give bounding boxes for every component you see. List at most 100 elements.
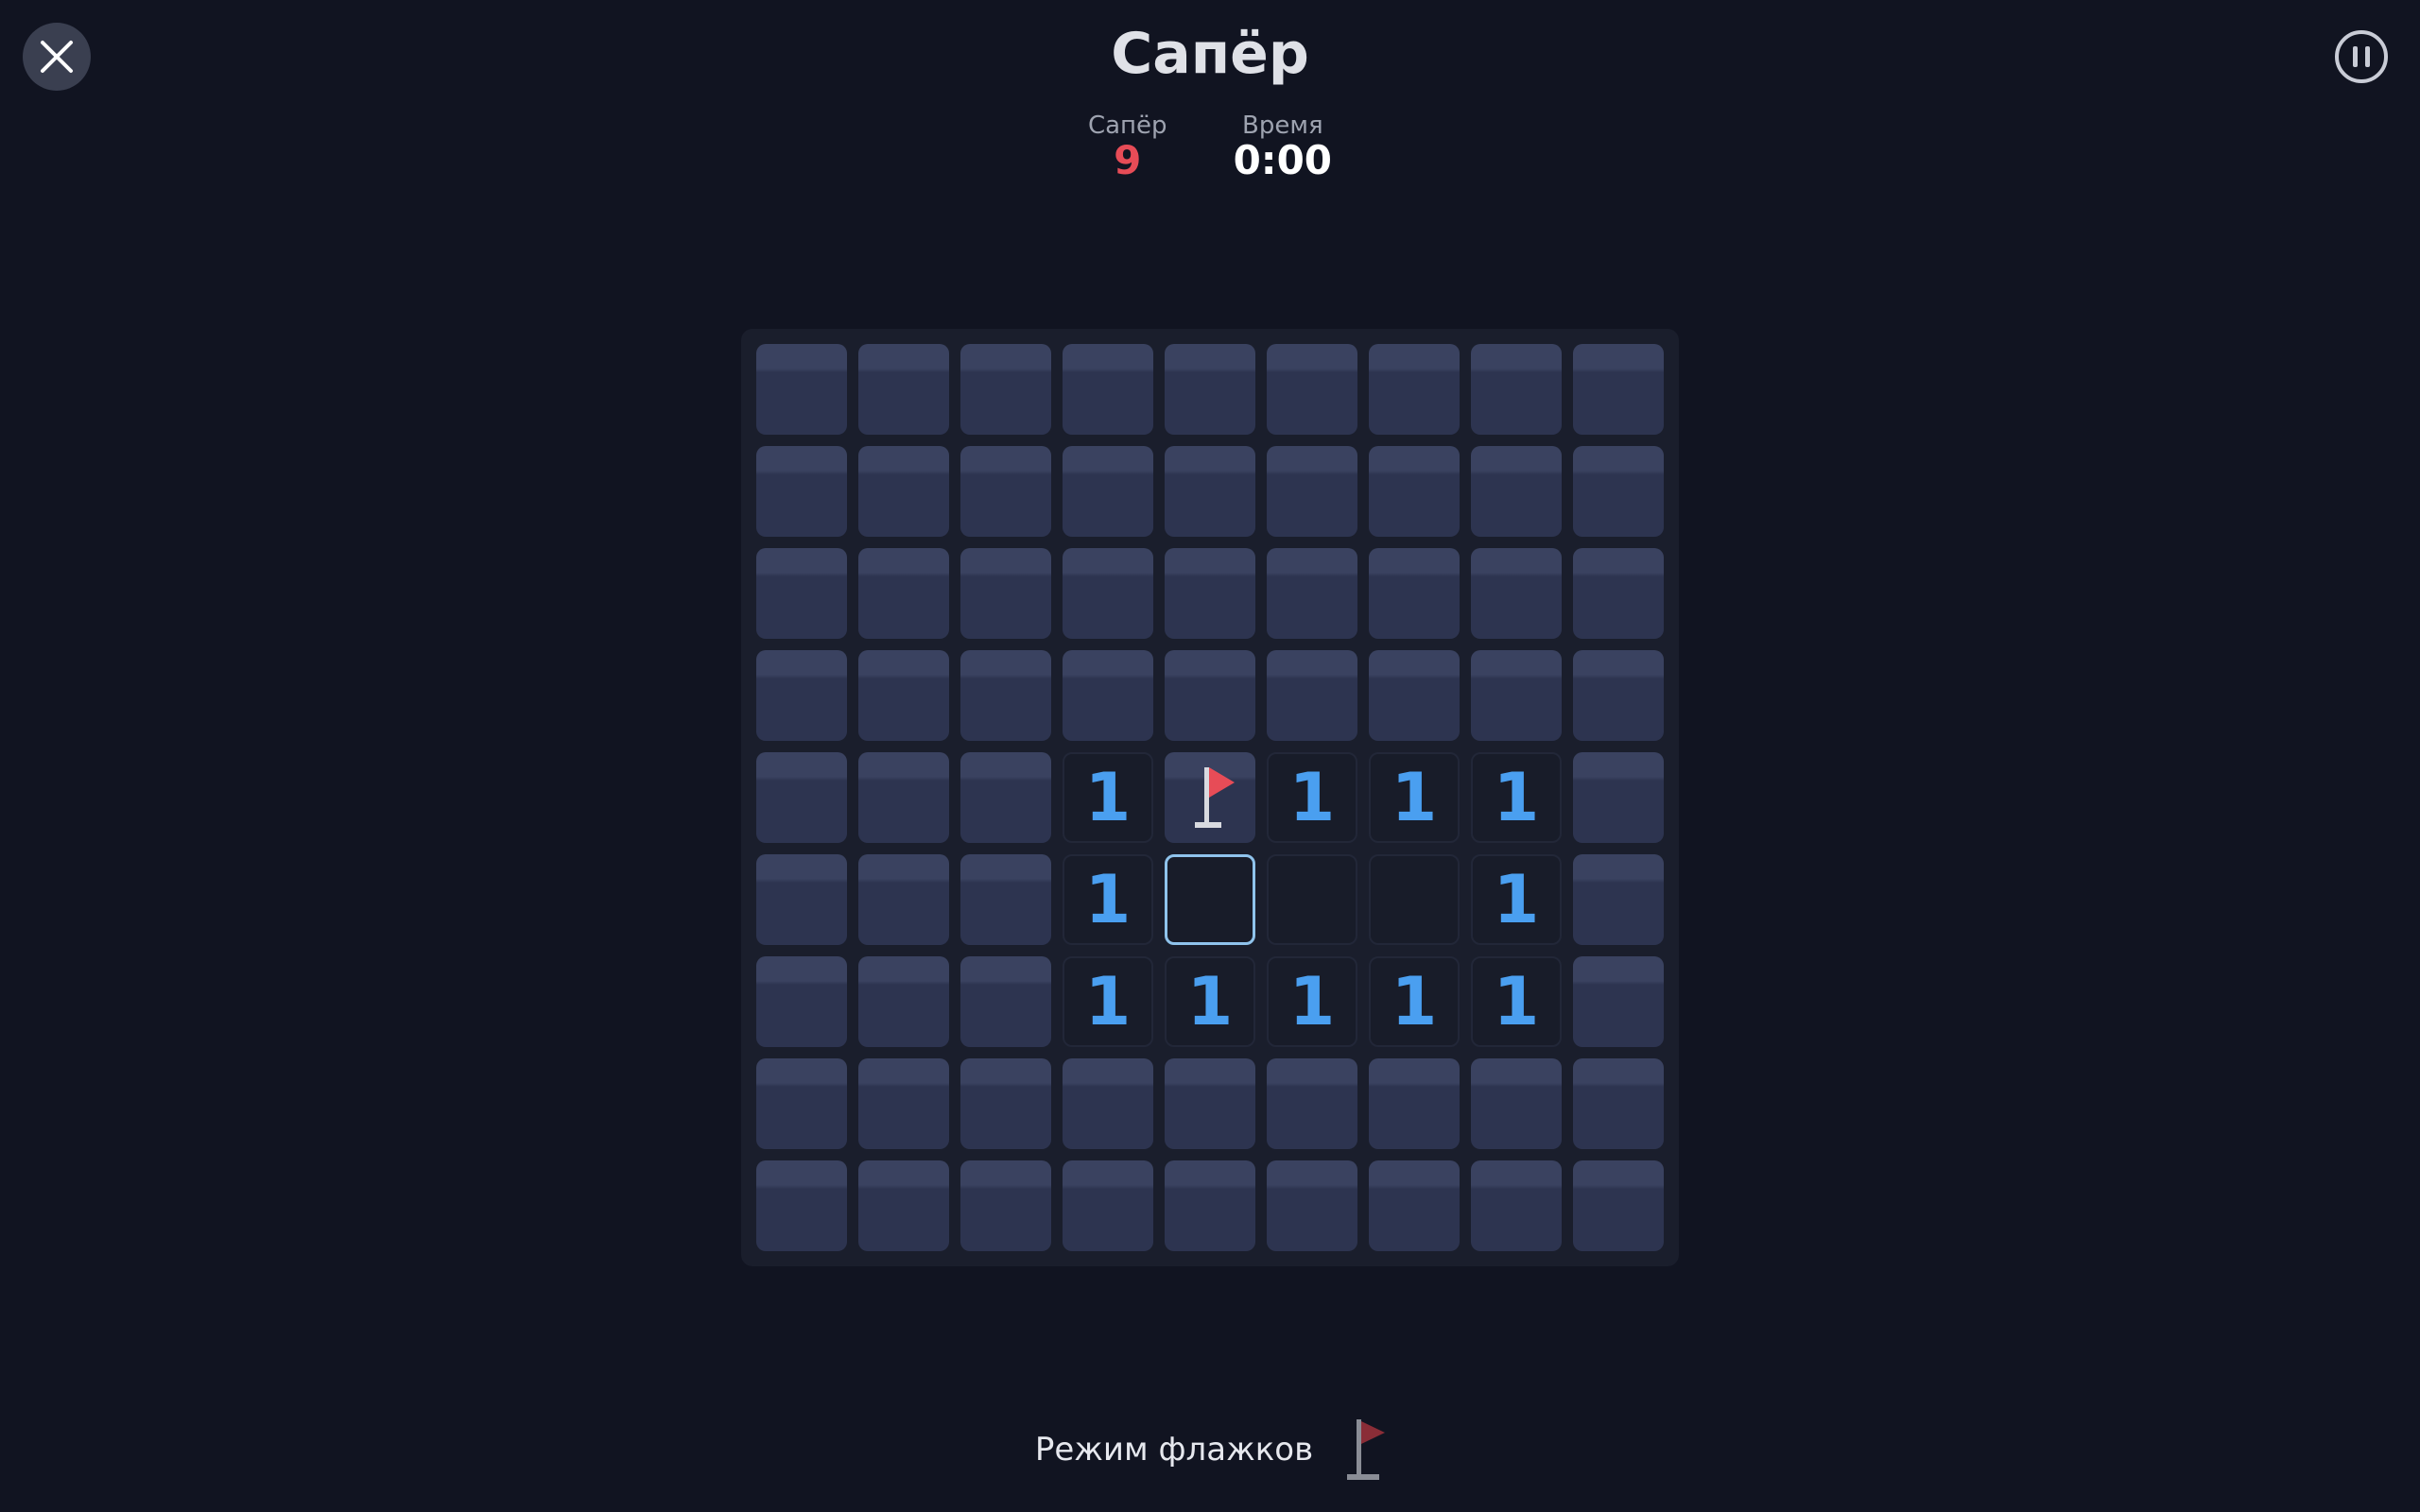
cell-covered[interactable] <box>756 752 847 843</box>
cell-covered[interactable] <box>756 1058 847 1149</box>
cell-number-label: 1 <box>1084 963 1132 1040</box>
cell-covered[interactable] <box>1471 1160 1562 1251</box>
cell-covered[interactable] <box>1369 344 1460 435</box>
cell-covered[interactable] <box>1369 1160 1460 1251</box>
cell-covered[interactable] <box>858 344 949 435</box>
cell-covered[interactable] <box>858 650 949 741</box>
cell-covered[interactable] <box>1471 1058 1562 1149</box>
cell-covered[interactable] <box>1063 1160 1153 1251</box>
mine-counter-label: Сапёр <box>1087 112 1167 140</box>
cell-covered[interactable] <box>1165 1160 1255 1251</box>
cell-covered[interactable] <box>960 752 1051 843</box>
cell-number[interactable]: 1 <box>1471 854 1562 945</box>
cell-covered[interactable] <box>1165 650 1255 741</box>
timer: Время 0:00 <box>1234 112 1332 181</box>
cell-covered[interactable] <box>858 548 949 639</box>
cell-covered[interactable] <box>1369 650 1460 741</box>
cell-covered[interactable] <box>756 446 847 537</box>
cell-number-label: 1 <box>1186 963 1234 1040</box>
cell-number[interactable]: 1 <box>1267 956 1357 1047</box>
cell-covered[interactable] <box>1165 1058 1255 1149</box>
cell-covered[interactable] <box>1267 344 1357 435</box>
cell-covered[interactable] <box>1573 854 1664 945</box>
cell-covered[interactable] <box>960 956 1051 1047</box>
cell-covered[interactable] <box>1573 956 1664 1047</box>
cell-number[interactable]: 1 <box>1165 956 1255 1047</box>
cell-covered[interactable] <box>1267 1160 1357 1251</box>
cell-number-label: 1 <box>1493 759 1540 836</box>
cell-covered[interactable] <box>858 1160 949 1251</box>
cell-covered[interactable] <box>756 956 847 1047</box>
cell-covered[interactable] <box>1267 650 1357 741</box>
flag-icon <box>1195 767 1235 828</box>
pause-icon <box>2353 46 2358 67</box>
cell-covered[interactable] <box>1573 650 1664 741</box>
cell-covered[interactable] <box>1471 548 1562 639</box>
cell-covered[interactable] <box>858 752 949 843</box>
cell-covered[interactable] <box>1573 1160 1664 1251</box>
cell-number[interactable]: 1 <box>1267 752 1357 843</box>
cell-covered[interactable] <box>960 854 1051 945</box>
flag-mode-label: Режим флажков <box>1034 1431 1314 1469</box>
cell-covered[interactable] <box>858 956 949 1047</box>
cell-empty[interactable] <box>1165 854 1255 945</box>
cell-number[interactable]: 1 <box>1369 956 1460 1047</box>
cell-covered[interactable] <box>1369 446 1460 537</box>
cell-flagged[interactable] <box>1165 752 1255 843</box>
cell-covered[interactable] <box>1573 1058 1664 1149</box>
cell-covered[interactable] <box>1063 1058 1153 1149</box>
cell-covered[interactable] <box>756 854 847 945</box>
cell-covered[interactable] <box>1063 446 1153 537</box>
cell-covered[interactable] <box>960 1160 1051 1251</box>
cell-covered[interactable] <box>1573 344 1664 435</box>
cell-number[interactable]: 1 <box>1063 752 1153 843</box>
cell-number[interactable]: 1 <box>1063 854 1153 945</box>
cell-covered[interactable] <box>756 650 847 741</box>
cell-covered[interactable] <box>756 1160 847 1251</box>
pause-button[interactable] <box>2335 30 2388 83</box>
game-title: Сапёр <box>1111 21 1309 87</box>
timer-value: 0:00 <box>1233 137 1333 183</box>
cell-covered[interactable] <box>1471 446 1562 537</box>
cell-covered[interactable] <box>1471 344 1562 435</box>
cell-covered[interactable] <box>858 854 949 945</box>
cell-covered[interactable] <box>858 1058 949 1149</box>
cell-covered[interactable] <box>960 650 1051 741</box>
pause-icon-bar <box>2365 46 2370 67</box>
flag-mode-toggle[interactable]: Режим флажков <box>0 1418 2420 1482</box>
cell-covered[interactable] <box>1063 650 1153 741</box>
cell-covered[interactable] <box>1573 752 1664 843</box>
cell-covered[interactable] <box>960 1058 1051 1149</box>
cell-covered[interactable] <box>756 344 847 435</box>
cell-covered[interactable] <box>1267 1058 1357 1149</box>
cell-empty[interactable] <box>1267 854 1357 945</box>
game-board: 11111111111 <box>741 329 1679 1266</box>
cell-covered[interactable] <box>1573 548 1664 639</box>
cell-covered[interactable] <box>960 344 1051 435</box>
cell-covered[interactable] <box>1267 548 1357 639</box>
cell-number-label: 1 <box>1084 759 1132 836</box>
cell-covered[interactable] <box>756 548 847 639</box>
cell-covered[interactable] <box>1165 548 1255 639</box>
cell-number[interactable]: 1 <box>1471 752 1562 843</box>
cell-covered[interactable] <box>1063 548 1153 639</box>
cell-number[interactable]: 1 <box>1471 956 1562 1047</box>
cell-number-label: 1 <box>1288 759 1336 836</box>
cell-covered[interactable] <box>1063 344 1153 435</box>
cell-covered[interactable] <box>1369 548 1460 639</box>
cell-number-label: 1 <box>1391 963 1438 1040</box>
cell-number[interactable]: 1 <box>1063 956 1153 1047</box>
cell-covered[interactable] <box>1369 1058 1460 1149</box>
cell-covered[interactable] <box>960 548 1051 639</box>
timer-label: Время <box>1242 112 1323 140</box>
cell-covered[interactable] <box>1165 446 1255 537</box>
cell-covered[interactable] <box>858 446 949 537</box>
cell-covered[interactable] <box>1267 446 1357 537</box>
cell-covered[interactable] <box>1165 344 1255 435</box>
cell-empty[interactable] <box>1369 854 1460 945</box>
cell-covered[interactable] <box>1573 446 1664 537</box>
cell-covered[interactable] <box>960 446 1051 537</box>
cell-number[interactable]: 1 <box>1369 752 1460 843</box>
cell-number-label: 1 <box>1288 963 1336 1040</box>
cell-covered[interactable] <box>1471 650 1562 741</box>
